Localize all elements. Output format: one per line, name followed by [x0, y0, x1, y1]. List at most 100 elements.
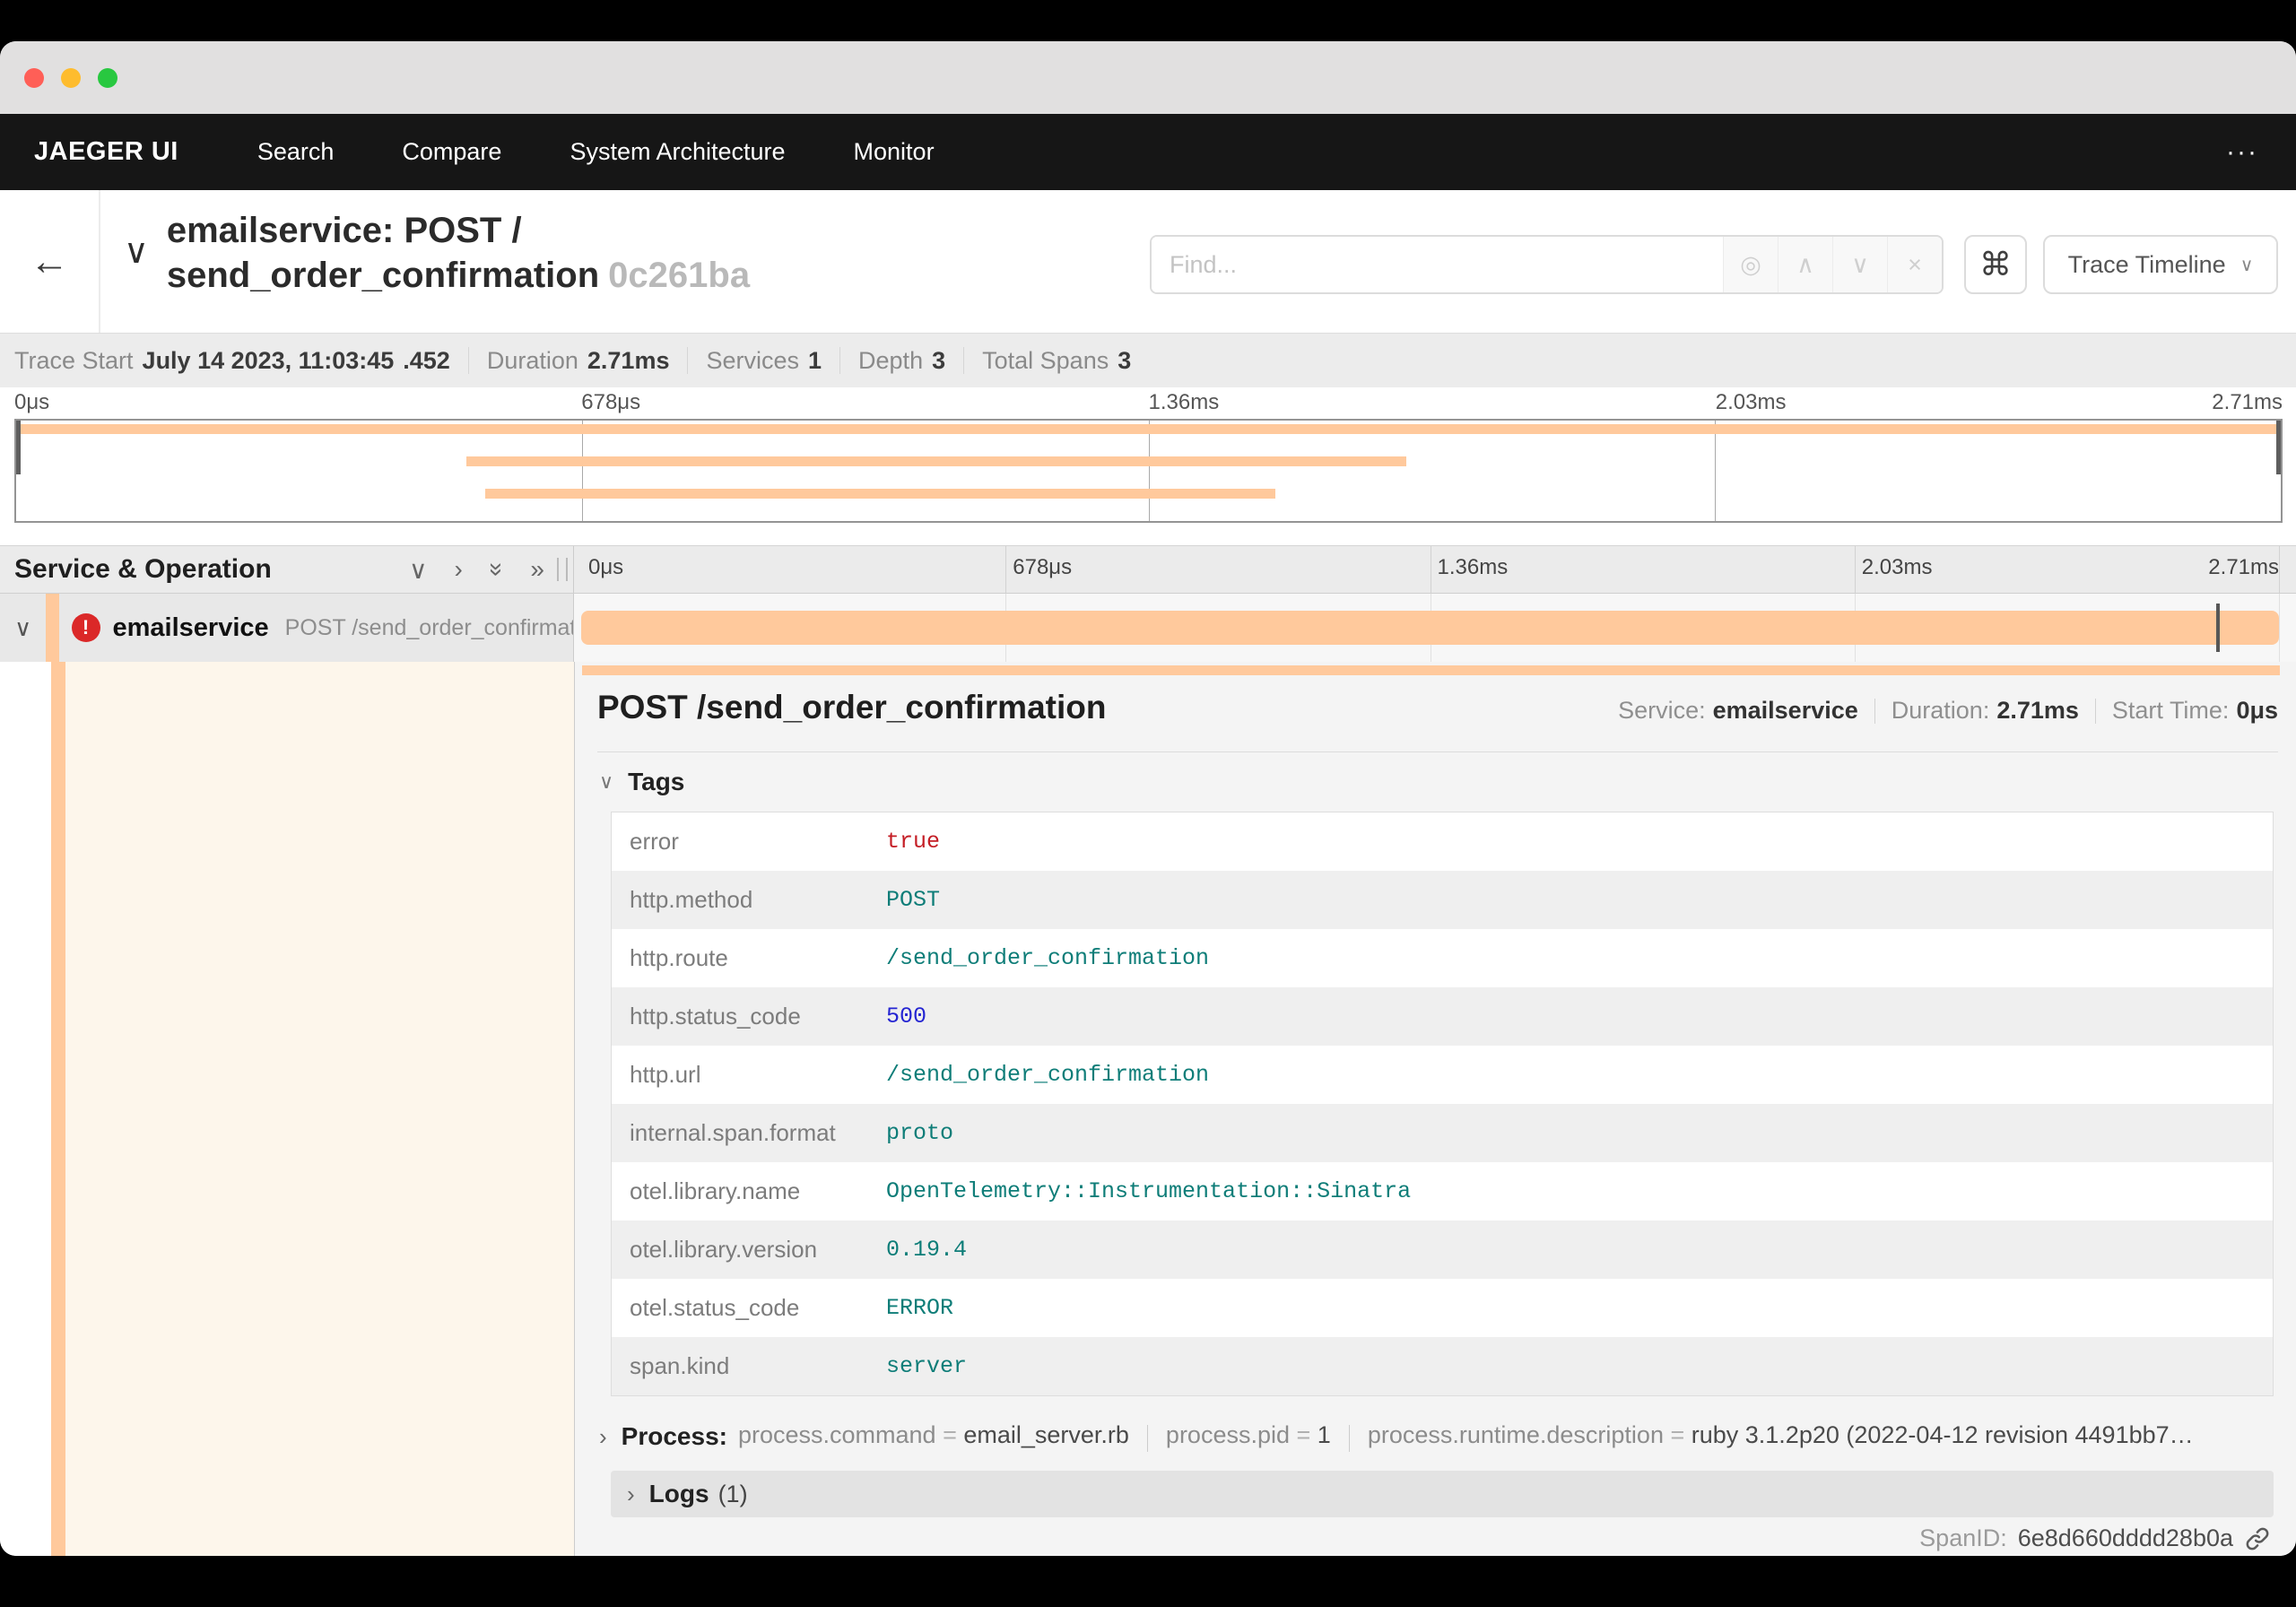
find-clear-button[interactable]: ×	[1887, 237, 1942, 292]
tick-label: 2.71ms	[2208, 555, 2279, 579]
minimap-span-bar	[466, 456, 1407, 466]
duration-value: 2.71ms	[587, 346, 670, 374]
tag-row: http.url/send_order_confirmation	[612, 1046, 2273, 1104]
divider	[467, 347, 469, 374]
span-collapse-icon[interactable]: ∨	[0, 614, 46, 642]
zoom-window-button[interactable]	[98, 67, 117, 88]
close-window-button[interactable]	[24, 67, 44, 88]
tag-row: otel.library.name OpenTelemetry::Instrume…	[612, 1162, 2273, 1220]
span-row-name-column[interactable]: ∨ ! emailservice POST /send_order_confir…	[0, 594, 574, 662]
tick-label: 2.03ms	[1715, 390, 1787, 414]
trace-minimap[interactable]	[14, 419, 2283, 523]
minimap-right-handle[interactable]	[2276, 421, 2281, 474]
trace-title-line1: emailservice: POST /	[166, 211, 522, 250]
total-spans-label: Total Spans	[982, 346, 1109, 374]
span-operation-name: POST /send_order_confirmation	[284, 614, 573, 640]
span-color-stripe	[51, 662, 65, 1556]
chevron-right-icon: ›	[599, 1422, 607, 1450]
service-value: emailservice	[1712, 697, 1858, 724]
tick-label: 1.36ms	[1437, 555, 1509, 579]
span-duration-bar[interactable]	[581, 611, 2279, 645]
trace-operation: send_order_confirmation	[166, 256, 600, 295]
divider	[1874, 698, 1875, 724]
logs-accordion-header[interactable]: › Logs (1)	[611, 1471, 2274, 1517]
top-nav: JAEGER UI Search Compare System Architectu…	[0, 114, 2296, 190]
nav-item-monitor[interactable]: Monitor	[854, 138, 935, 166]
divider	[687, 347, 689, 374]
minimap-gridline	[1148, 421, 1150, 521]
nav-item-search[interactable]: Search	[257, 138, 335, 166]
tick-label: 2.71ms	[2212, 390, 2283, 414]
collapse-controls: ∨ › » »	[409, 555, 544, 585]
nav-item-system-architecture[interactable]: System Architecture	[570, 138, 785, 166]
find-prev-button[interactable]: ∧	[1778, 237, 1832, 292]
timeline-gridline	[2279, 546, 2280, 593]
trace-view-selector[interactable]: Trace Timeline ∨	[2043, 235, 2278, 294]
tag-value: OpenTelemetry::Instrumentation::Sinatra	[886, 1178, 1412, 1204]
close-icon: ×	[1908, 250, 1922, 278]
title-collapse-icon[interactable]: ∨	[124, 231, 149, 298]
start-time-label: Start Time:	[2111, 697, 2230, 724]
find-group: ◎ ∧ ∨ ×	[1150, 235, 1944, 294]
tag-row: http.status_code 500	[612, 987, 2273, 1046]
tag-value: true	[886, 829, 941, 855]
timeline-ticks-header: 0μs 678μs 1.36ms 2.03ms 2.71ms	[574, 546, 2296, 593]
process-summary: process.command = email_server.rb process…	[738, 1421, 2194, 1453]
service-operation-title: Service & Operation	[14, 554, 272, 584]
tag-key: otel.status_code	[630, 1294, 800, 1321]
tag-key: http.route	[630, 944, 728, 971]
process-accordion-header[interactable]: › Process: process.command = email_serve…	[599, 1415, 2278, 1458]
keyboard-shortcuts-button[interactable]: ⌘	[1964, 235, 2027, 294]
tick-label: 0μs	[588, 555, 624, 579]
column-resizer[interactable]	[557, 558, 568, 581]
span-id-value: 6e8d660dddd28b0a	[2017, 1524, 2233, 1551]
process-key: process.command	[737, 1420, 936, 1448]
logs-count: (1)	[718, 1480, 748, 1507]
trace-header: ← ∨ emailservice: POST / send_order_conf…	[0, 190, 2296, 333]
back-arrow-icon: ←	[30, 239, 69, 283]
tags-accordion-header[interactable]: ∨ Tags	[599, 768, 684, 796]
duration-value: 2.71ms	[1996, 697, 2079, 724]
minimap-span-bar	[484, 489, 1275, 499]
nav-item-compare[interactable]: Compare	[402, 138, 501, 166]
duration-label: Duration:	[1891, 697, 1990, 724]
find-locate-button[interactable]: ◎	[1723, 237, 1778, 292]
minimap-left-handle[interactable]	[16, 421, 21, 474]
span-log-marker[interactable]	[2215, 604, 2220, 652]
back-button[interactable]: ←	[0, 190, 100, 333]
nav-overflow-icon[interactable]: ···	[2226, 137, 2258, 168]
expand-one-icon[interactable]: ›	[455, 555, 463, 584]
span-detail-panel: POST /send_order_confirmation Service: e…	[574, 662, 2296, 1556]
find-next-button[interactable]: ∨	[1832, 237, 1887, 292]
start-time-value: 0μs	[2236, 697, 2278, 724]
span-row-timeline[interactable]	[574, 594, 2296, 662]
expand-deep-icon[interactable]: »	[530, 555, 544, 584]
total-spans-value: 3	[1118, 346, 1132, 374]
tag-key: http.status_code	[630, 1003, 801, 1029]
collapse-all-icon[interactable]: ∨	[409, 555, 428, 585]
chevron-down-icon: ∨	[2239, 255, 2254, 275]
tag-row: internal.span.format proto	[612, 1104, 2273, 1162]
tag-value: server	[886, 1353, 968, 1379]
minimize-window-button[interactable]	[61, 67, 81, 88]
span-id-label: SpanID:	[1919, 1524, 2007, 1551]
nav-menu: Search Compare System Architecture Monitor	[257, 138, 935, 166]
find-input[interactable]	[1152, 237, 1723, 292]
link-icon[interactable]	[2244, 1525, 2271, 1552]
span-detail-region: POST /send_order_confirmation Service: e…	[0, 662, 2296, 1556]
collapse-deep-icon[interactable]: »	[483, 562, 511, 577]
minimap-gridline	[1714, 421, 1716, 521]
process-item: process.pid = 1	[1166, 1421, 1331, 1448]
tag-row: error true	[612, 812, 2273, 871]
tag-value: ERROR	[886, 1295, 954, 1321]
tag-row: span.kind server	[612, 1337, 2273, 1395]
jaeger-logo[interactable]: JAEGER UI	[34, 137, 178, 167]
error-icon: !	[71, 613, 100, 642]
tags-header-label: Tags	[628, 768, 685, 795]
tag-row: http.method POST	[612, 871, 2273, 929]
services-value: 1	[808, 346, 822, 374]
tag-value: /send_order_confirmation	[886, 1062, 1210, 1088]
detail-title-row[interactable]: POST /send_order_confirmation Service: e…	[597, 689, 2278, 752]
locate-icon: ◎	[1740, 250, 1761, 278]
process-value: 1	[1317, 1420, 1331, 1448]
